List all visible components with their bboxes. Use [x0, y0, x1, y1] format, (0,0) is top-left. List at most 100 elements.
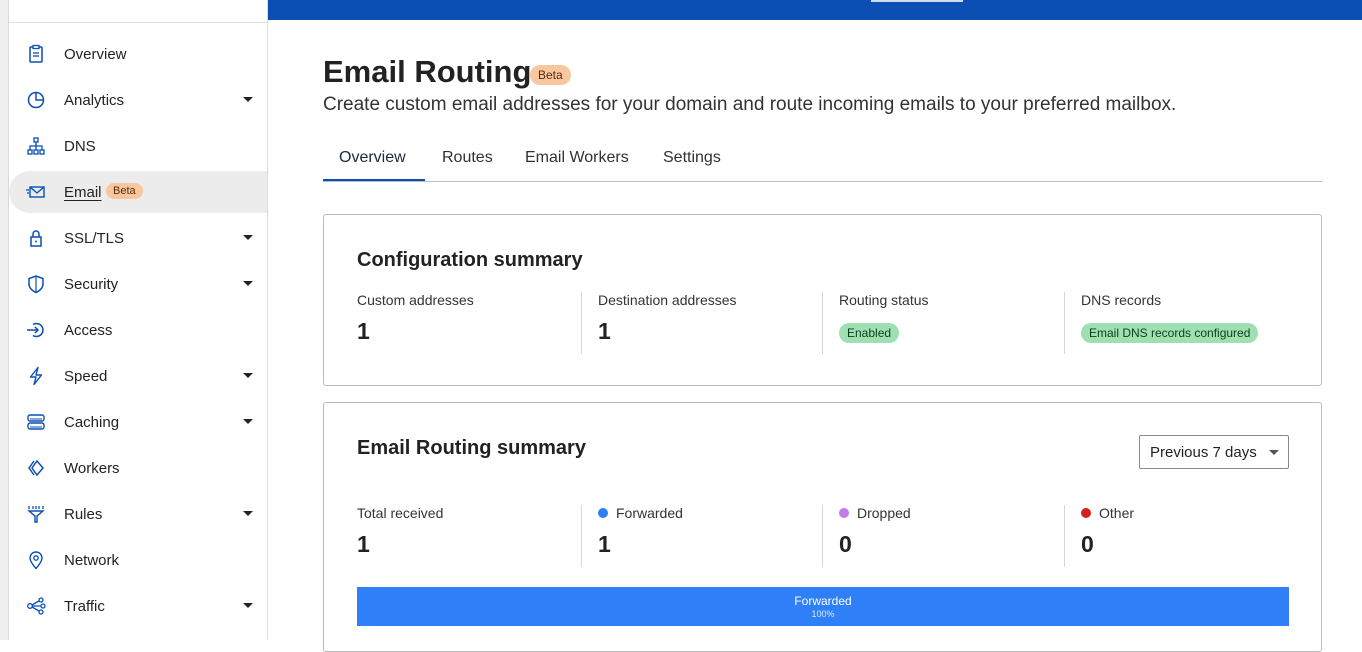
bar-percent: 100%: [811, 609, 835, 619]
forwarded-stat: Forwarded 1: [581, 505, 822, 567]
stat-label: Destination addresses: [598, 292, 737, 308]
chevron-down-icon: [243, 511, 253, 516]
dropped-stat: Dropped 0: [822, 505, 1063, 567]
sidebar-item-label: Access: [64, 321, 113, 339]
clipboard-icon: [26, 44, 46, 64]
sidebar-item-rules[interactable]: Rules: [9, 493, 267, 535]
lock-icon: [26, 228, 46, 248]
stat-value: 0: [1081, 531, 1094, 557]
stat-label: Dropped: [839, 505, 911, 521]
banner-link[interactable]: [871, 0, 963, 2]
sidebar-item-email[interactable]: Email Beta: [9, 171, 267, 213]
pie-chart-icon: [26, 90, 46, 110]
traffic-nodes-icon: [26, 596, 46, 616]
stat-value: 0: [839, 531, 852, 557]
background-window-edge: [0, 0, 9, 640]
filter-funnel-icon: [26, 504, 46, 524]
sidebar-item-security[interactable]: Security: [9, 263, 267, 305]
sidebar-item-workers[interactable]: Workers: [9, 447, 267, 489]
status-badge: Enabled: [839, 323, 900, 343]
stat-value: 1: [357, 531, 370, 557]
forwarded-distribution-bar: Forwarded 100%: [357, 587, 1289, 626]
sidebar-item-label: Overview: [64, 45, 127, 63]
sidebar-item-speed[interactable]: Speed: [9, 355, 267, 397]
network-tree-icon: [26, 136, 46, 156]
stat-label: Total received: [357, 505, 444, 521]
sidebar-item-traffic[interactable]: Traffic: [9, 585, 267, 627]
bar-label: Forwarded: [794, 594, 852, 608]
sidebar-item-label: DNS: [64, 137, 96, 155]
sidebar-item-label: Speed: [64, 367, 108, 385]
stat-value: 1: [598, 318, 611, 344]
chevron-down-icon: [1269, 450, 1279, 455]
sidebar-item-overview[interactable]: Overview: [9, 33, 267, 75]
chevron-down-icon: [243, 235, 253, 240]
lightning-icon: [26, 366, 46, 386]
sidebar-item-label: Analytics: [64, 91, 125, 109]
destination-addresses-stat: Destination addresses 1: [581, 292, 822, 354]
tab-bar: Overview Routes Email Workers Settings: [323, 137, 1322, 182]
shield-icon: [26, 274, 46, 294]
sidebar-item-label: Caching: [64, 413, 120, 431]
other-stat: Other 0: [1064, 505, 1305, 567]
sidebar-item-label: Workers: [64, 459, 120, 477]
card-title: Email Routing summary: [357, 437, 586, 459]
main-content: Email Routing Beta Create custom email a…: [268, 20, 1362, 652]
forwarded-dot-icon: [598, 508, 608, 518]
dropped-dot-icon: [839, 508, 849, 518]
stat-label-text: Other: [1099, 505, 1135, 521]
sidebar-item-label: Rules: [64, 505, 103, 523]
chevron-down-icon: [243, 419, 253, 424]
custom-addresses-stat: Custom addresses 1: [357, 292, 598, 354]
total-received-stat: Total received 1: [357, 505, 598, 567]
stat-label-text: Forwarded: [616, 505, 683, 521]
other-dot-icon: [1081, 508, 1091, 518]
sidebar-item-label: SSL/TLS: [64, 229, 125, 247]
top-banner: [268, 0, 1362, 20]
beta-badge: Beta: [530, 65, 571, 85]
stat-value: 1: [357, 318, 370, 344]
envelope-icon: [26, 182, 46, 202]
sidebar-item-access[interactable]: Access: [9, 309, 267, 351]
beta-badge: Beta: [106, 183, 143, 199]
stat-value: 1: [598, 531, 611, 557]
chevron-down-icon: [243, 97, 253, 102]
stat-label: DNS records: [1081, 292, 1162, 308]
access-arrow-icon: [26, 320, 46, 340]
routing-status-stat: Routing status Enabled: [822, 292, 1063, 354]
sidebar-item-caching[interactable]: Caching: [9, 401, 267, 443]
tab-email-workers[interactable]: Email Workers: [525, 149, 629, 167]
sidebar-item-ssl-tls[interactable]: SSL/TLS: [9, 217, 267, 259]
sidebar-item-label: Traffic: [64, 597, 105, 615]
sidebar-item-network[interactable]: Network: [9, 539, 267, 581]
status-badge: Email DNS records configured: [1081, 323, 1259, 343]
sidebar-item-analytics[interactable]: Analytics: [9, 79, 267, 121]
page-subtitle: Create custom email addresses for your d…: [323, 94, 1177, 115]
sidebar-item-label: Network: [64, 551, 120, 569]
workers-chevrons-icon: [26, 458, 46, 478]
sidebar: Overview Analytics DNS Email Beta SSL/TL…: [9, 0, 268, 640]
sidebar-item-label: Email: [64, 183, 102, 201]
sidebar-header: [9, 0, 267, 23]
stat-label-text: Dropped: [857, 505, 911, 521]
sidebar-item-dns[interactable]: DNS: [9, 125, 267, 167]
select-value: Previous 7 days: [1150, 444, 1257, 461]
chevron-down-icon: [243, 373, 253, 378]
email-routing-summary-card: Email Routing summary Previous 7 days To…: [323, 402, 1322, 652]
stat-label: Forwarded: [598, 505, 683, 521]
chevron-down-icon: [243, 603, 253, 608]
page-title: Email Routing: [323, 54, 532, 89]
location-pin-icon: [26, 550, 46, 570]
stat-label: Routing status: [839, 292, 929, 308]
server-stack-icon: [26, 412, 46, 432]
stat-label: Other: [1081, 505, 1134, 521]
card-title: Configuration summary: [357, 249, 583, 271]
stat-label: Custom addresses: [357, 292, 474, 308]
period-select[interactable]: Previous 7 days: [1139, 435, 1289, 469]
tab-routes[interactable]: Routes: [442, 149, 493, 167]
tab-overview[interactable]: Overview: [339, 149, 406, 167]
tab-settings[interactable]: Settings: [663, 149, 721, 167]
dns-records-stat: DNS records Email DNS records configured: [1064, 292, 1305, 354]
chevron-down-icon: [243, 281, 253, 286]
sidebar-item-label: Security: [64, 275, 119, 293]
